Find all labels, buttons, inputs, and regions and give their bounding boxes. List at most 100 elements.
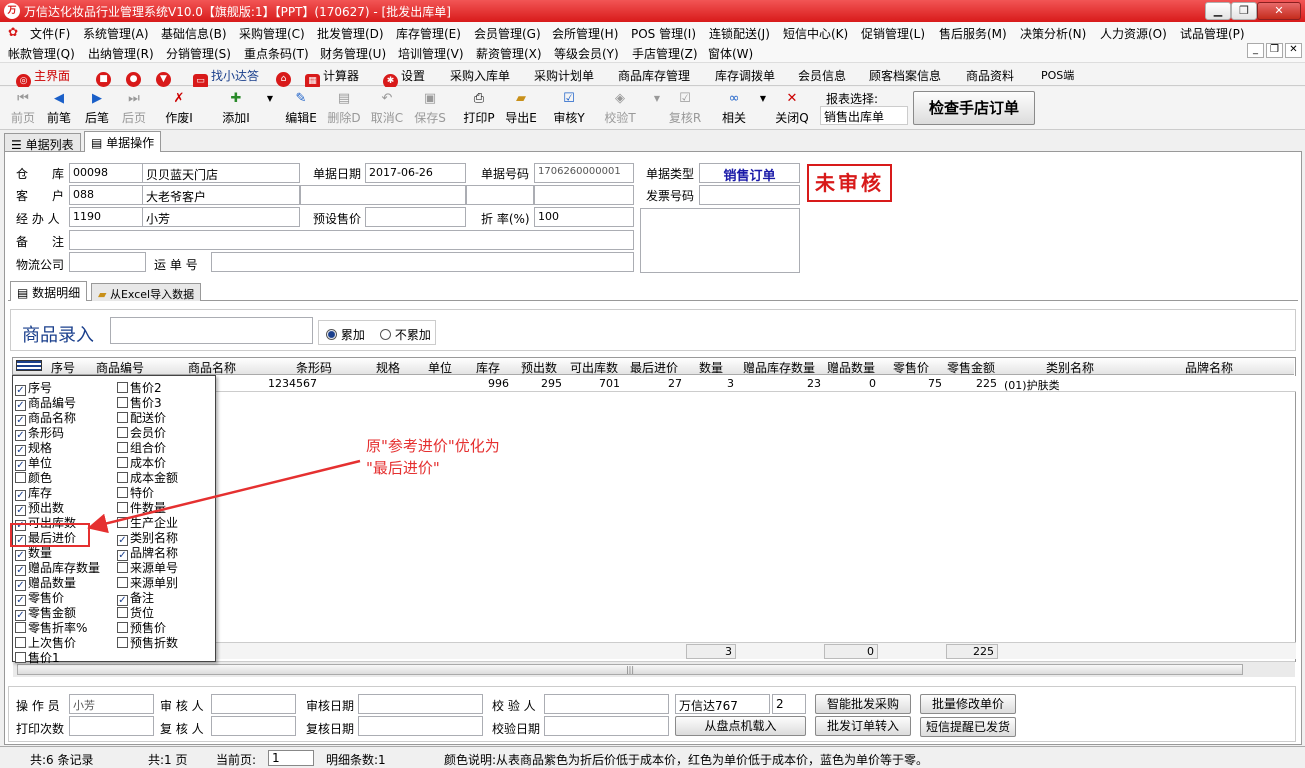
- column-option[interactable]: ✓ 库存: [15, 484, 52, 501]
- column-option[interactable]: 配送价: [117, 409, 166, 425]
- column-option[interactable]: ✓ 类别名称: [117, 529, 178, 546]
- column-option[interactable]: 预售价: [117, 619, 166, 635]
- col-seq[interactable]: 序号: [51, 359, 75, 376]
- column-option[interactable]: ✓ 单位: [15, 454, 52, 471]
- checkbox-unchecked-icon[interactable]: [117, 637, 128, 648]
- checkbox-unchecked-icon[interactable]: [117, 457, 128, 468]
- column-option[interactable]: 颜色: [15, 469, 52, 485]
- check-store-order-button[interactable]: 检查手店订单: [913, 91, 1035, 125]
- column-option[interactable]: ✓ 条形码: [15, 424, 64, 441]
- col-code[interactable]: 商品编号: [96, 359, 144, 376]
- checkbox-unchecked-icon[interactable]: [117, 607, 128, 618]
- table-row[interactable]: 1234567 996 295 701 27 3 23 0 75 225 (01…: [216, 376, 1296, 392]
- scrollbar-thumb[interactable]: |||: [17, 664, 1243, 675]
- warehouse-name-input[interactable]: 贝贝蓝天门店: [142, 163, 300, 183]
- column-option[interactable]: ✓ 商品名称: [15, 409, 76, 426]
- load-from-counter-button[interactable]: 从盘点机载入: [675, 716, 806, 736]
- export-button[interactable]: ▰ 导出E: [503, 91, 539, 126]
- checkbox-unchecked-icon[interactable]: [117, 622, 128, 633]
- sms-shipped-button[interactable]: 短信提醒已发货: [920, 717, 1016, 737]
- menu-hr[interactable]: 人力资源(O): [1100, 25, 1167, 42]
- checkbox-unchecked-icon[interactable]: [117, 397, 128, 408]
- column-option[interactable]: 组合价: [117, 439, 166, 455]
- column-option[interactable]: 件数量: [117, 499, 166, 515]
- menu-barcode[interactable]: 重点条码(T): [244, 45, 309, 62]
- column-option[interactable]: 售价3: [117, 394, 162, 410]
- radio-no-accumulate[interactable]: 不累加: [380, 326, 431, 343]
- menu-basic[interactable]: 基础信息(B): [161, 25, 227, 42]
- column-option[interactable]: 上次售价: [15, 634, 76, 650]
- audit-button[interactable]: ☑ 审核Y: [551, 91, 587, 126]
- checkbox-unchecked-icon[interactable]: [117, 412, 128, 423]
- col-available[interactable]: 可出库数: [570, 359, 618, 376]
- menu-promo[interactable]: 促销管理(L): [861, 25, 925, 42]
- checkbox-unchecked-icon[interactable]: [15, 472, 26, 483]
- doc-type-select[interactable]: 销售订单: [699, 163, 800, 183]
- handler-code-input[interactable]: 1190: [69, 207, 143, 227]
- column-option[interactable]: 生产企业: [117, 514, 178, 530]
- col-amount[interactable]: 零售金额: [947, 359, 995, 376]
- menu-purchase[interactable]: 采购管理(C): [239, 25, 305, 42]
- cell-barcode[interactable]: 1234567: [268, 377, 317, 390]
- menu-file[interactable]: 文件(F): [30, 25, 70, 42]
- col-unit[interactable]: 单位: [428, 359, 452, 376]
- doc-no-input[interactable]: 1706260000001: [534, 163, 634, 183]
- close-form-button[interactable]: ✕ 关闭Q: [774, 91, 810, 126]
- column-option[interactable]: ✓ 预出数: [15, 499, 64, 516]
- remark-input[interactable]: [69, 230, 634, 250]
- lock-icon[interactable]: ■: [96, 67, 114, 87]
- verify-dropdown-button[interactable]: ▼: [653, 91, 661, 109]
- col-qty[interactable]: 数量: [699, 359, 723, 376]
- void-button[interactable]: ✗ 作废I: [161, 91, 197, 126]
- checkbox-unchecked-icon[interactable]: [117, 562, 128, 573]
- operator-input[interactable]: 小芳: [69, 694, 154, 714]
- tab-import-excel[interactable]: ▰ 从Excel导入数据: [91, 283, 202, 301]
- prev-record-button[interactable]: ◀ 前笔: [45, 91, 73, 126]
- cell-gift-stock[interactable]: 23: [736, 377, 821, 390]
- reviewer-input[interactable]: [211, 716, 296, 736]
- col-spec[interactable]: 规格: [376, 359, 400, 376]
- column-option[interactable]: ✓ 赠品库存数量: [15, 559, 100, 576]
- recheck-button[interactable]: ☑ 复核R: [667, 91, 703, 126]
- house-icon[interactable]: ⌂: [276, 67, 294, 87]
- quick-settings[interactable]: ✱ 设置: [383, 67, 425, 89]
- next-record-button[interactable]: ▶ 后笔: [83, 91, 111, 126]
- chat-icon[interactable]: ●: [126, 67, 144, 87]
- menu-stock[interactable]: 库存管理(E): [396, 25, 461, 42]
- column-option[interactable]: ✓ 零售价: [15, 589, 64, 606]
- report-select[interactable]: 销售出库单: [820, 106, 908, 125]
- checkbox-unchecked-icon[interactable]: [117, 442, 128, 453]
- checkbox-unchecked-icon[interactable]: [117, 517, 128, 528]
- verify-button[interactable]: ◈ 校验T: [602, 91, 638, 126]
- column-option[interactable]: 来源单别: [117, 574, 178, 590]
- tab-document-list[interactable]: ☰ 单据列表: [4, 133, 81, 152]
- waybill-input[interactable]: [211, 252, 634, 272]
- product-entry-input[interactable]: [110, 317, 313, 344]
- date-input[interactable]: 2017-06-26: [365, 163, 466, 183]
- last-page-button[interactable]: ⏭ 后页: [120, 91, 148, 126]
- column-option[interactable]: 售价2: [117, 379, 162, 395]
- col-brand[interactable]: 品牌名称: [1185, 359, 1233, 376]
- audit-date-input[interactable]: [358, 694, 483, 714]
- quick-pos[interactable]: POS端: [1041, 67, 1074, 83]
- first-page-button[interactable]: ⏮ 前页: [9, 91, 37, 126]
- mdi-restore-button[interactable]: ❐: [1266, 43, 1283, 58]
- col-gift-qty[interactable]: 赠品数量: [827, 359, 875, 376]
- horizontal-scrollbar[interactable]: |||: [13, 661, 1295, 677]
- column-option[interactable]: 特价: [117, 484, 154, 500]
- smart-purchase-button[interactable]: 智能批发采购: [815, 694, 911, 714]
- cell-stock[interactable]: 996: [464, 377, 509, 390]
- company-input[interactable]: 万信达767: [675, 694, 770, 714]
- delete-button[interactable]: ▤ 删除D: [326, 91, 362, 126]
- cell-gift-qty[interactable]: 0: [824, 377, 876, 390]
- column-option[interactable]: ✓ 序号: [15, 379, 52, 396]
- menu-level[interactable]: 等级会员(Y): [554, 45, 619, 62]
- maximize-button[interactable]: ❐: [1231, 2, 1257, 20]
- quick-transfer[interactable]: 库存调拨单: [715, 67, 775, 84]
- quick-product-data[interactable]: 商品资料: [966, 67, 1014, 84]
- checkbox-unchecked-icon[interactable]: [15, 622, 26, 633]
- menu-member[interactable]: 会员管理(G): [474, 25, 541, 42]
- close-button[interactable]: ✕: [1257, 2, 1301, 20]
- quick-stock-manage[interactable]: 商品库存管理: [618, 67, 690, 84]
- quick-member-info[interactable]: 会员信息: [798, 67, 846, 84]
